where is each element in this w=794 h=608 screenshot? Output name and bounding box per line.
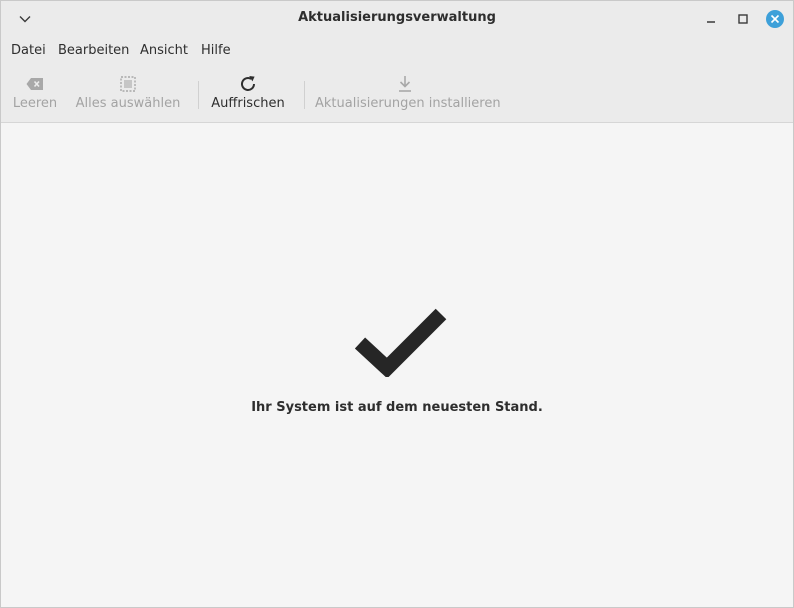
toolbar: Leeren Alles auswählen Auffrischen Aktua… [1,65,793,123]
menu-bar: Datei Bearbeiten Ansicht Hilfe [1,37,793,65]
maximize-button[interactable] [733,9,753,29]
select-all-icon [120,76,136,92]
main-content: Ihr System ist auf dem neuesten Stand. [1,123,793,607]
download-icon [399,76,411,92]
refresh-label: Auffrischen [211,96,285,111]
close-button[interactable] [765,9,785,29]
toolbar-separator [304,81,305,109]
checkmark-icon [355,308,447,377]
window-title: Aktualisierungsverwaltung [298,10,496,25]
minimize-button[interactable] [701,9,721,29]
install-updates-label: Aktualisierungen installieren [315,96,501,111]
menu-hilfe[interactable]: Hilfe [201,43,231,58]
minimize-icon [707,21,715,23]
title-bar: Aktualisierungsverwaltung [1,1,793,37]
refresh-icon [241,76,255,91]
status-message: Ihr System ist auf dem neuesten Stand. [251,400,543,415]
close-circle [766,10,784,28]
clear-button[interactable]: Leeren [7,71,63,117]
backspace-icon [26,78,43,90]
refresh-button[interactable]: Auffrischen [209,71,287,117]
update-manager-window: Aktualisierungsverwaltung Datei Bearbeit… [0,0,794,608]
maximize-icon [738,14,748,24]
menu-ansicht[interactable]: Ansicht [140,43,188,58]
select-all-button[interactable]: Alles auswählen [75,71,181,117]
close-icon [770,14,780,24]
select-all-label: Alles auswählen [75,96,181,111]
toolbar-separator [198,81,199,109]
install-updates-button[interactable]: Aktualisierungen installieren [315,71,501,117]
menu-bearbeiten[interactable]: Bearbeiten [58,43,129,58]
menu-datei[interactable]: Datei [11,43,46,58]
clear-label: Leeren [12,96,58,111]
